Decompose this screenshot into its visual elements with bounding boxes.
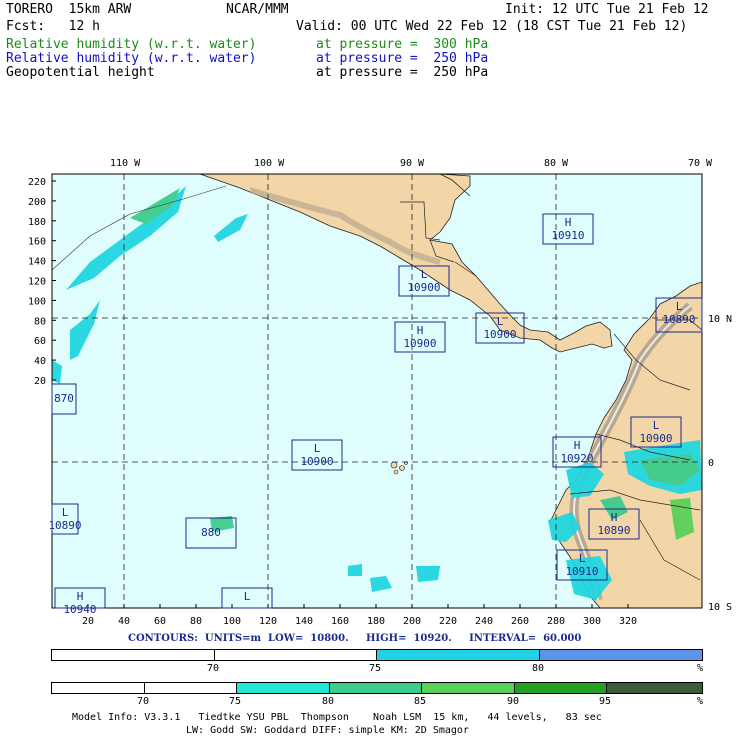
top-lon-labels: 110 W 100 W 90 W 80 W 70 W — [110, 158, 713, 169]
pressure-value: 10900 — [407, 281, 440, 294]
colorbar-tick-label: 95 — [599, 696, 612, 707]
right-lat-labels: 10 N 0 10 S — [708, 314, 732, 613]
lon-label: 70 W — [688, 158, 713, 169]
colorbar-tick-label: 85 — [414, 696, 427, 707]
pressure-value: 10910 — [565, 565, 598, 578]
grid-x-label: 240 — [475, 616, 493, 627]
grid-y-label: 20 — [34, 376, 46, 387]
pressure-type: H — [611, 511, 618, 524]
pressure-type: L — [676, 300, 683, 313]
pressure-value: 10890 — [597, 524, 630, 537]
colorbar-unit: % — [697, 696, 704, 707]
grid-x-label: 40 — [118, 616, 130, 627]
colorbar-segment — [52, 650, 215, 660]
colorbar-tick-label: 75 — [369, 663, 382, 674]
lon-label: 100 W — [254, 158, 285, 169]
grid-x-label: 60 — [154, 616, 166, 627]
pressure-type: L — [314, 442, 321, 455]
grid-y-label: 80 — [34, 316, 46, 327]
grid-y-label: 40 — [34, 356, 46, 367]
grid-y-label: 200 — [28, 197, 46, 208]
grid-x-label: 180 — [367, 616, 385, 627]
grid-x-label: 100 — [223, 616, 241, 627]
colorbar-segment — [515, 683, 607, 693]
pressure-value: 10940 — [63, 603, 96, 616]
grid-y-label: 140 — [28, 257, 46, 268]
pressure-value: 870 — [54, 392, 74, 405]
colorbar-segment — [377, 650, 540, 660]
colorbar-tick-label: 80 — [322, 696, 335, 707]
grid-y-label: 180 — [28, 217, 46, 228]
pressure-type: H — [77, 590, 84, 603]
colorbar-segment — [215, 650, 377, 660]
lon-label: 110 W — [110, 158, 141, 169]
colorbar-segment — [607, 683, 702, 693]
lat-label: 10 S — [708, 602, 732, 613]
pressure-type: L — [62, 506, 69, 519]
grid-x-label: 160 — [331, 616, 349, 627]
grid-x-label: 260 — [511, 616, 529, 627]
lon-label: 80 W — [544, 158, 569, 169]
grid-y-label: 60 — [34, 336, 46, 347]
weather-map: 110 W 100 W 90 W 80 W 70 W 10 N 0 10 S 2… — [28, 158, 732, 627]
pressure-type: L — [653, 419, 660, 432]
colorbar-segment — [145, 683, 237, 693]
colorbar-tick-label: 80 — [532, 663, 545, 674]
grid-y-label: 100 — [28, 296, 46, 307]
grid-x-label: 300 — [583, 616, 601, 627]
colorbar-tick-label: 90 — [507, 696, 520, 707]
pressure-type: H — [574, 439, 581, 452]
pressure-type: L — [579, 552, 586, 565]
pressure-value: 10890 — [48, 519, 81, 532]
grid-x-label: 140 — [295, 616, 313, 627]
contours-info: CONTOURS: UNITS=m LOW= 10800. HIGH= 1092… — [128, 633, 582, 644]
colorbar-250hpa — [51, 649, 703, 661]
pressure-value: 10900 — [403, 337, 436, 350]
grid-x-label: 80 — [190, 616, 202, 627]
grid-x-label: 200 — [403, 616, 421, 627]
colorbar-tick-label: 70 — [137, 696, 150, 707]
pressure-type: L — [497, 315, 504, 328]
colorbar-segment — [52, 683, 145, 693]
pressure-type: H — [565, 216, 572, 229]
grid-x-label: 120 — [259, 616, 277, 627]
colorbar-segment — [540, 650, 702, 660]
model-info-line1: Model Info: V3.3.1 Tiedtke YSU PBL Thomp… — [72, 712, 602, 723]
colorbar-300hpa — [51, 682, 703, 694]
pressure-value: 10910 — [551, 229, 584, 242]
colorbar-unit: % — [697, 663, 704, 674]
colorbar-segment — [422, 683, 515, 693]
colorbar-tick-label: 75 — [229, 696, 242, 707]
grid-x-label: 20 — [82, 616, 94, 627]
pressure-value: 10890 — [662, 313, 695, 326]
pressure-type: L — [421, 268, 428, 281]
pressure-value: 10920 — [560, 452, 593, 465]
lat-label: 10 N — [708, 314, 732, 325]
grid-y-label: 160 — [28, 237, 46, 248]
colorbar-tick-label: 70 — [207, 663, 220, 674]
pressure-value: 880 — [201, 526, 221, 539]
grid-y-label: 220 — [28, 177, 46, 188]
grid-x-label: 220 — [439, 616, 457, 627]
left-grid-labels: 220 200 180 160 140 120 100 80 60 40 20 — [28, 177, 46, 387]
pressure-value: 10900 — [300, 455, 333, 468]
grid-x-label: 280 — [547, 616, 565, 627]
pressure-type: H — [417, 324, 424, 337]
colorbar-segment — [237, 683, 330, 693]
pressure-value: 10900 — [639, 432, 672, 445]
pressure-type: L — [244, 590, 251, 603]
grid-y-label: 120 — [28, 277, 46, 288]
lat-label: 0 — [708, 458, 714, 469]
colorbar-segment — [330, 683, 422, 693]
model-info-line2: LW: Godd SW: Goddard DIFF: simple KM: 2D… — [186, 725, 469, 736]
lon-label: 90 W — [400, 158, 425, 169]
bottom-grid-labels: 20 40 60 80 100 120 140 160 180 200 220 240 260 280 30… — [82, 616, 637, 627]
grid-x-label: 320 — [619, 616, 637, 627]
pressure-value: 10900 — [483, 328, 516, 341]
